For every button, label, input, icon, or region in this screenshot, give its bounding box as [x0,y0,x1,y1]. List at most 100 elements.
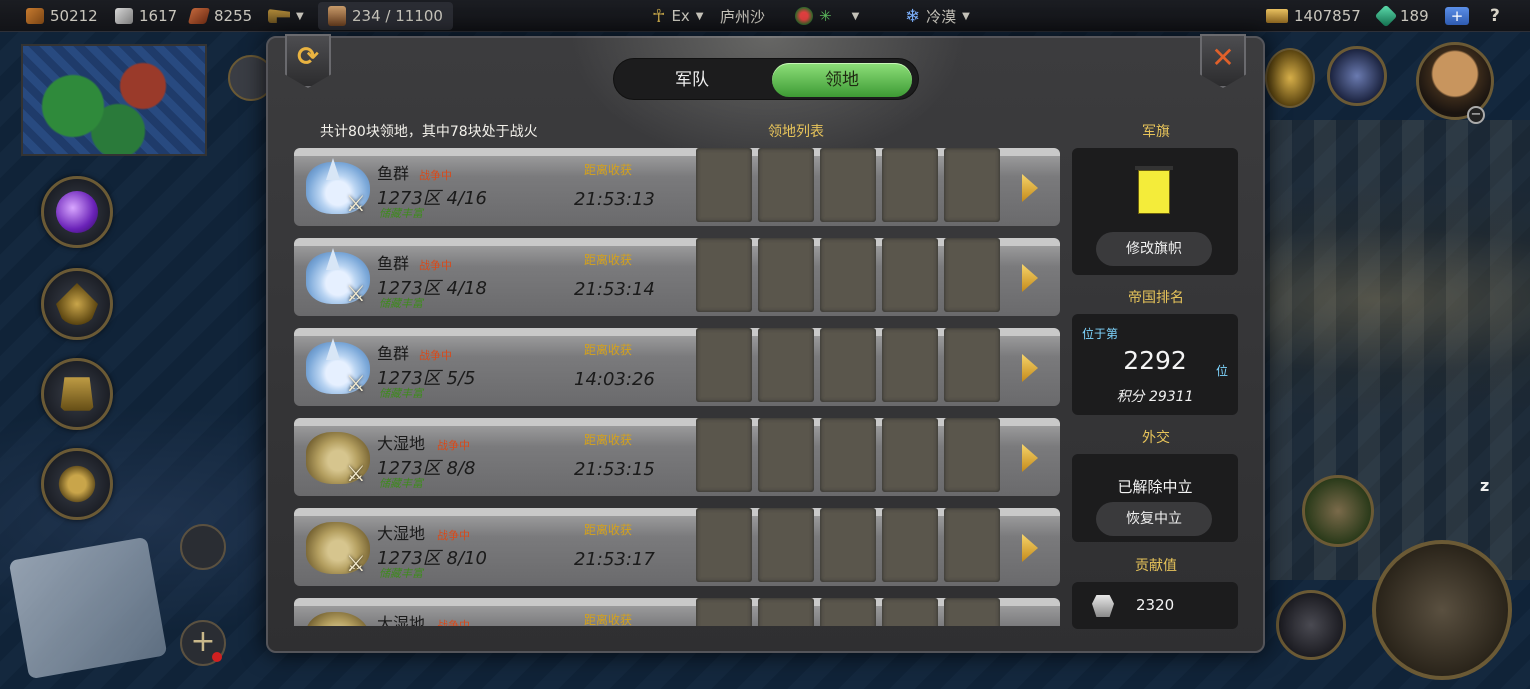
war-status: 战争中 [437,529,470,542]
troop-slot[interactable] [944,238,1000,312]
chevron-right-icon[interactable] [1022,174,1038,202]
festival-selector[interactable]: ✳ ▼ [795,0,859,32]
city-name-label: 庐州沙 [720,7,766,26]
tab-army[interactable]: 军队 [618,63,766,97]
chevron-right-icon[interactable] [1022,444,1038,472]
troop-slot[interactable] [758,328,814,402]
territory-row[interactable]: ⚔ 鱼群 战争中 1273区 5/5 储藏丰富 距离收获 14:03:26 [294,328,1060,406]
horn-icon[interactable] [1265,48,1315,108]
chevron-right-icon[interactable] [1022,534,1038,562]
harvest-timer: 21:53:14 [574,279,655,300]
troop-slot[interactable] [820,148,876,222]
snowflake-icon: ❄ [905,5,921,27]
war-status: 战争中 [437,619,470,626]
refresh-button[interactable]: ⟳ [285,34,331,88]
rank-value: 2292 [1123,346,1187,375]
war-status: 战争中 [419,259,452,272]
faith-selector[interactable]: ☥ Ex ▼ [652,0,704,32]
world-map-scroll-button[interactable] [8,536,168,680]
troop-slot[interactable] [882,508,938,582]
troop-slot[interactable] [820,508,876,582]
troop-slot[interactable] [696,148,752,222]
troop-slot[interactable] [758,148,814,222]
chevron-right-icon[interactable] [1022,264,1038,292]
road-tool-button[interactable] [1302,475,1374,547]
ankh-icon: ☥ [652,5,666,27]
territory-row[interactable]: ⚔ 鱼群 战争中 1273区 4/18 储藏丰富 距离收获 21:53:14 [294,238,1060,316]
troop-slot[interactable] [758,598,814,626]
troop-slot[interactable] [882,418,938,492]
territory-list[interactable]: ⚔ 鱼群 战争中 1273区 4/16 储藏丰富 距离收获 21:53:13 ⚔… [294,148,1060,626]
close-button[interactable]: ✕ [1200,34,1246,88]
harvest-label: 距离收获 [584,343,633,357]
minimap[interactable] [21,44,207,156]
troop-slot[interactable] [882,598,938,626]
edit-banner-button[interactable]: 修改旗帜 [1096,232,1212,266]
harvest-timer: 21:53:15 [574,459,655,480]
fist-icon [1092,595,1114,617]
troop-slot[interactable] [820,598,876,626]
resource-plank[interactable]: 8255 [187,0,252,32]
troop-slot[interactable] [944,598,1000,626]
military-button[interactable] [41,358,113,430]
resource-wood[interactable]: 50212 [26,0,98,32]
banner-title: 军旗 [1142,124,1170,140]
buy-gems-button[interactable]: + [1445,0,1469,32]
troop-slot[interactable] [696,328,752,402]
buildings-menu[interactable]: ▼ [268,0,304,32]
faith-value: Ex [671,7,690,25]
help-button[interactable]: ? [1490,0,1500,32]
city-name[interactable]: 庐州沙 [720,0,765,32]
build-hammer-button[interactable] [1372,540,1512,680]
settings-button[interactable] [41,448,113,520]
layers-button[interactable] [180,524,226,570]
territory-row[interactable]: ⚔ 大湿地 战争中 1273区 8/10 储藏丰富 距离收获 21:53:17 [294,508,1060,586]
troop-slot[interactable] [882,328,938,402]
chevron-down-icon: ▼ [851,10,860,22]
troop-slot[interactable] [944,508,1000,582]
troop-slot[interactable] [882,238,938,312]
troop-slot[interactable] [758,238,814,312]
resource-stone[interactable]: 1617 [115,0,177,32]
troop-slot[interactable] [758,508,814,582]
territory-row[interactable]: ⚔ 鱼群 战争中 1273区 4/16 储藏丰富 距离收获 21:53:13 [294,148,1060,226]
chevron-right-icon[interactable] [1022,354,1038,382]
troop-slot[interactable] [820,238,876,312]
troop-slot[interactable] [758,418,814,492]
territory-reserve: 储藏丰富 [379,387,423,400]
troop-slot[interactable] [944,148,1000,222]
troop-slot[interactable] [696,508,752,582]
troop-slot[interactable] [882,148,938,222]
troop-slot[interactable] [944,328,1000,402]
territory-row[interactable]: ⚔ 大湿地 战争中 1273区 8/8 储藏丰富 距离收获 21:53:15 [294,418,1060,496]
collapse-icon[interactable]: − [1467,106,1485,124]
troop-slot[interactable] [696,418,752,492]
war-status: 战争中 [437,439,470,452]
tab-territory[interactable]: 领地 [772,63,912,97]
shovel-tool-button[interactable] [1276,590,1346,660]
troop-slot[interactable] [696,238,752,312]
diplomacy-status: 已解除中立 [1117,478,1193,496]
resource-bar: 50212 1617 8255 ▼ 234 / 11100 ☥ Ex ▼ 庐州沙… [0,0,1530,32]
plus-icon: + [1445,7,1469,25]
trade-button[interactable] [41,268,113,340]
territory-row[interactable]: 大湿地 战争中 距离收获 [294,598,1060,626]
resource-gold[interactable]: 1407857 [1266,0,1361,32]
contribution-value: 2320 [1136,596,1175,614]
magic-orb-button[interactable] [41,176,113,248]
add-button[interactable]: + [180,620,226,666]
troop-slot[interactable] [944,418,1000,492]
resource-gems[interactable]: 189 [1374,0,1429,32]
territory-name: 鱼群 [377,164,410,183]
troop-slot[interactable] [820,418,876,492]
banner-flag-icon [1135,166,1173,218]
troop-slot[interactable] [820,328,876,402]
population-value: 234 / 11100 [352,7,443,25]
gem-icon [1374,4,1398,28]
alliance-helmet-button[interactable] [1327,46,1387,106]
climate-selector[interactable]: ❄ 冷漠 ▼ [905,0,970,32]
plank-icon [187,8,211,24]
population-counter[interactable]: 234 / 11100 [318,2,453,30]
restore-neutral-button[interactable]: 恢复中立 [1096,502,1212,536]
troop-slot[interactable] [696,598,752,626]
